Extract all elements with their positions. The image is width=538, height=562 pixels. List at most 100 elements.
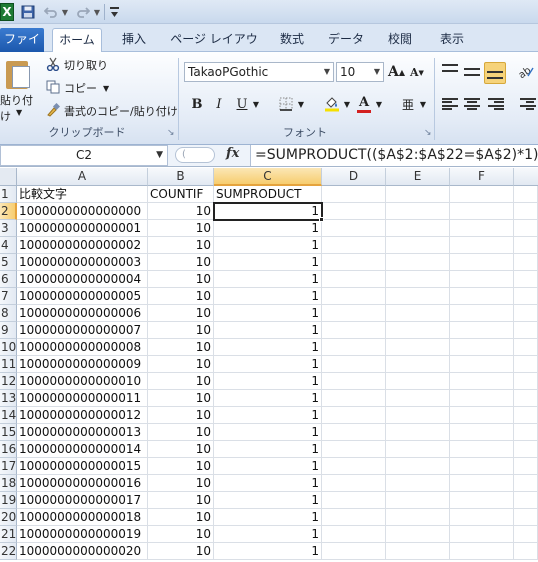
table-cell[interactable]: 1000000000000002: [17, 237, 148, 254]
align-top-icon[interactable]: [442, 64, 458, 72]
table-cell[interactable]: [450, 543, 514, 560]
table-cell[interactable]: [450, 254, 514, 271]
table-cell[interactable]: 1: [214, 424, 322, 441]
table-cell[interactable]: 10: [148, 543, 214, 560]
table-cell[interactable]: [450, 339, 514, 356]
fill-handle[interactable]: [319, 217, 324, 222]
column-header-a[interactable]: A: [17, 168, 148, 186]
redo-dropdown-icon[interactable]: ▼: [93, 3, 101, 21]
table-cell[interactable]: [514, 254, 538, 271]
table-cell[interactable]: 10: [148, 237, 214, 254]
table-cell[interactable]: [322, 509, 386, 526]
table-cell[interactable]: [514, 424, 538, 441]
table-cell[interactable]: 1: [214, 543, 322, 560]
row-header[interactable]: 20: [0, 509, 17, 526]
table-cell[interactable]: [450, 220, 514, 237]
table-cell[interactable]: 1000000000000001: [17, 220, 148, 237]
table-cell[interactable]: [514, 373, 538, 390]
table-cell[interactable]: [386, 322, 450, 339]
table-cell[interactable]: 10: [148, 526, 214, 543]
row-header[interactable]: 13: [0, 390, 17, 407]
table-cell[interactable]: [450, 390, 514, 407]
table-cell[interactable]: 1000000000000006: [17, 305, 148, 322]
format-painter-button[interactable]: 書式のコピー/貼り付け: [46, 102, 178, 120]
table-cell[interactable]: [386, 390, 450, 407]
header-cell[interactable]: [514, 186, 538, 203]
formula-bar-resize-handle[interactable]: (: [175, 147, 215, 163]
table-cell[interactable]: 1000000000000008: [17, 339, 148, 356]
table-cell[interactable]: 1000000000000005: [17, 288, 148, 305]
table-cell[interactable]: 10: [148, 407, 214, 424]
row-header[interactable]: 8: [0, 305, 17, 322]
table-cell[interactable]: 1000000000000018: [17, 509, 148, 526]
align-right-icon[interactable]: [488, 98, 504, 110]
row-header[interactable]: 14: [0, 407, 17, 424]
copy-button[interactable]: コピー ▼: [46, 79, 109, 97]
table-cell[interactable]: [514, 543, 538, 560]
table-cell[interactable]: [386, 526, 450, 543]
table-cell[interactable]: [386, 254, 450, 271]
table-cell[interactable]: [386, 492, 450, 509]
header-cell[interactable]: SUMPRODUCT: [214, 186, 322, 203]
paste-dropdown-icon[interactable]: ▼: [16, 108, 22, 117]
table-cell[interactable]: [450, 203, 514, 220]
table-cell[interactable]: [322, 475, 386, 492]
table-cell[interactable]: 1: [214, 237, 322, 254]
table-cell[interactable]: [514, 441, 538, 458]
table-cell[interactable]: 1: [214, 373, 322, 390]
table-cell[interactable]: [386, 271, 450, 288]
table-cell[interactable]: [450, 407, 514, 424]
table-cell[interactable]: [322, 339, 386, 356]
align-center-icon[interactable]: [464, 98, 480, 110]
row-header[interactable]: 4: [0, 237, 17, 254]
italic-button[interactable]: I: [210, 94, 228, 114]
table-cell[interactable]: 1000000000000011: [17, 390, 148, 407]
table-cell[interactable]: 10: [148, 373, 214, 390]
table-cell[interactable]: 10: [148, 220, 214, 237]
font-name-dropdown-icon[interactable]: ▼: [324, 63, 330, 81]
table-cell[interactable]: 1000000000000009: [17, 356, 148, 373]
table-cell[interactable]: [386, 424, 450, 441]
row-header[interactable]: 18: [0, 475, 17, 492]
table-cell[interactable]: [450, 305, 514, 322]
table-cell[interactable]: [450, 424, 514, 441]
table-cell[interactable]: 1000000000000013: [17, 424, 148, 441]
row-header[interactable]: 22: [0, 543, 17, 560]
save-icon[interactable]: [20, 3, 36, 21]
table-cell[interactable]: [514, 220, 538, 237]
header-cell[interactable]: [386, 186, 450, 203]
table-cell[interactable]: [450, 356, 514, 373]
table-cell[interactable]: [514, 475, 538, 492]
font-size-combo[interactable]: 10 ▼: [336, 62, 384, 82]
font-color-icon[interactable]: A: [354, 94, 374, 114]
font-name-combo[interactable]: TakaoPGothic ▼: [184, 62, 334, 82]
table-cell[interactable]: 10: [148, 441, 214, 458]
table-cell[interactable]: 1000000000000020: [17, 543, 148, 560]
table-cell[interactable]: [322, 458, 386, 475]
tab-home[interactable]: ホーム: [52, 28, 102, 52]
table-cell[interactable]: [450, 492, 514, 509]
table-cell[interactable]: 10: [148, 424, 214, 441]
table-cell[interactable]: [322, 220, 386, 237]
table-cell[interactable]: [514, 288, 538, 305]
align-bottom-button[interactable]: [484, 62, 506, 84]
table-cell[interactable]: 10: [148, 203, 214, 220]
table-cell[interactable]: 10: [148, 254, 214, 271]
table-cell[interactable]: [322, 407, 386, 424]
table-cell[interactable]: [386, 356, 450, 373]
fill-color-dropdown-icon[interactable]: ▼: [342, 94, 352, 114]
table-cell[interactable]: 1000000000000016: [17, 475, 148, 492]
table-cell[interactable]: [450, 475, 514, 492]
select-all-corner[interactable]: [0, 168, 17, 186]
underline-dropdown-icon[interactable]: ▼: [251, 94, 261, 114]
table-cell[interactable]: 10: [148, 390, 214, 407]
tab-file[interactable]: ファイル: [0, 28, 44, 68]
table-cell[interactable]: [514, 407, 538, 424]
table-cell[interactable]: 1000000000000000: [17, 203, 148, 220]
table-cell[interactable]: 1: [214, 526, 322, 543]
align-middle-icon[interactable]: [464, 68, 480, 76]
table-cell[interactable]: [514, 339, 538, 356]
name-box-dropdown-icon[interactable]: ▼: [156, 146, 163, 165]
table-cell[interactable]: [386, 288, 450, 305]
table-cell[interactable]: 1: [214, 203, 322, 220]
